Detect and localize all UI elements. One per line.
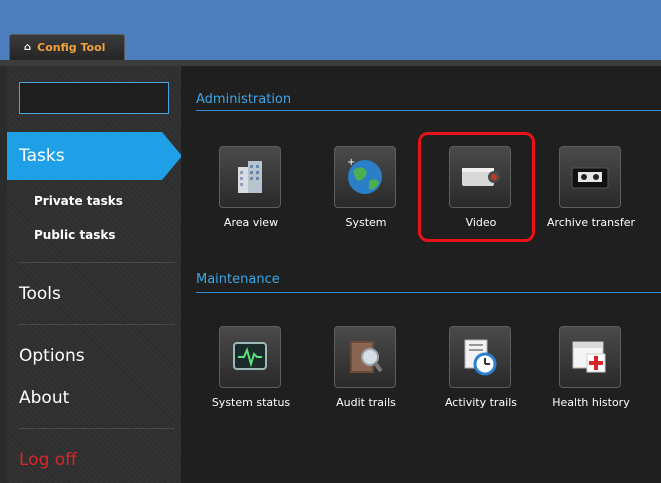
task-panel: Administration Area view + System Video … [181,66,661,483]
tile-label: System status [211,396,291,409]
divider [19,262,175,263]
tile-label: Activity trails [444,396,518,409]
tile-audit-trails[interactable]: Audit trails [311,326,421,426]
divider [19,324,175,325]
nav-tasks[interactable]: Tasks [7,132,182,180]
tile-label: System [345,216,387,229]
section-divider [196,110,661,111]
tile-archive-transfer[interactable]: Archive transfer [536,146,646,246]
search-input[interactable] [19,82,169,114]
title-bar: ⌂ Config Tool [0,0,661,60]
tile-system[interactable]: + System [311,146,421,246]
tape-icon [559,146,621,208]
divider [19,428,175,429]
sidebar: Tasks Private tasks Public tasks Tools O… [7,66,182,483]
app-tab-label: Config Tool [37,41,106,54]
nav-options[interactable]: Options [19,346,85,366]
globe-icon: + [334,146,396,208]
nav-tools[interactable]: Tools [19,284,61,304]
monitor-icon [219,326,281,388]
nav-logoff[interactable]: Log off [19,450,77,470]
section-title-maintenance: Maintenance [196,272,280,287]
nav-private-tasks[interactable]: Private tasks [34,194,123,208]
tile-area-view[interactable]: Area view [196,146,306,246]
svg-text:+: + [347,157,355,168]
nav-public-tasks[interactable]: Public tasks [34,228,116,242]
tile-activity-trails[interactable]: Activity trails [426,326,536,426]
clock-doc-icon [449,326,511,388]
app-tab-config-tool[interactable]: ⌂ Config Tool [9,34,125,60]
video-highlight [418,132,535,242]
app-frame: Tasks Private tasks Public tasks Tools O… [0,60,661,483]
building-icon [219,146,281,208]
home-icon: ⌂ [24,42,32,53]
tile-label: Audit trails [336,396,396,409]
tile-label: Area view [223,216,279,229]
nav-about[interactable]: About [19,388,69,408]
tile-system-status[interactable]: System status [196,326,306,426]
tile-label: Health history [552,396,630,409]
medical-calendar-icon [559,326,621,388]
section-divider [196,292,661,293]
tile-label: Archive transfer [546,216,636,229]
book-search-icon [334,326,396,388]
tile-health-history[interactable]: Health history [536,326,646,426]
nav-tasks-label: Tasks [19,146,65,166]
section-title-administration: Administration [196,92,292,107]
